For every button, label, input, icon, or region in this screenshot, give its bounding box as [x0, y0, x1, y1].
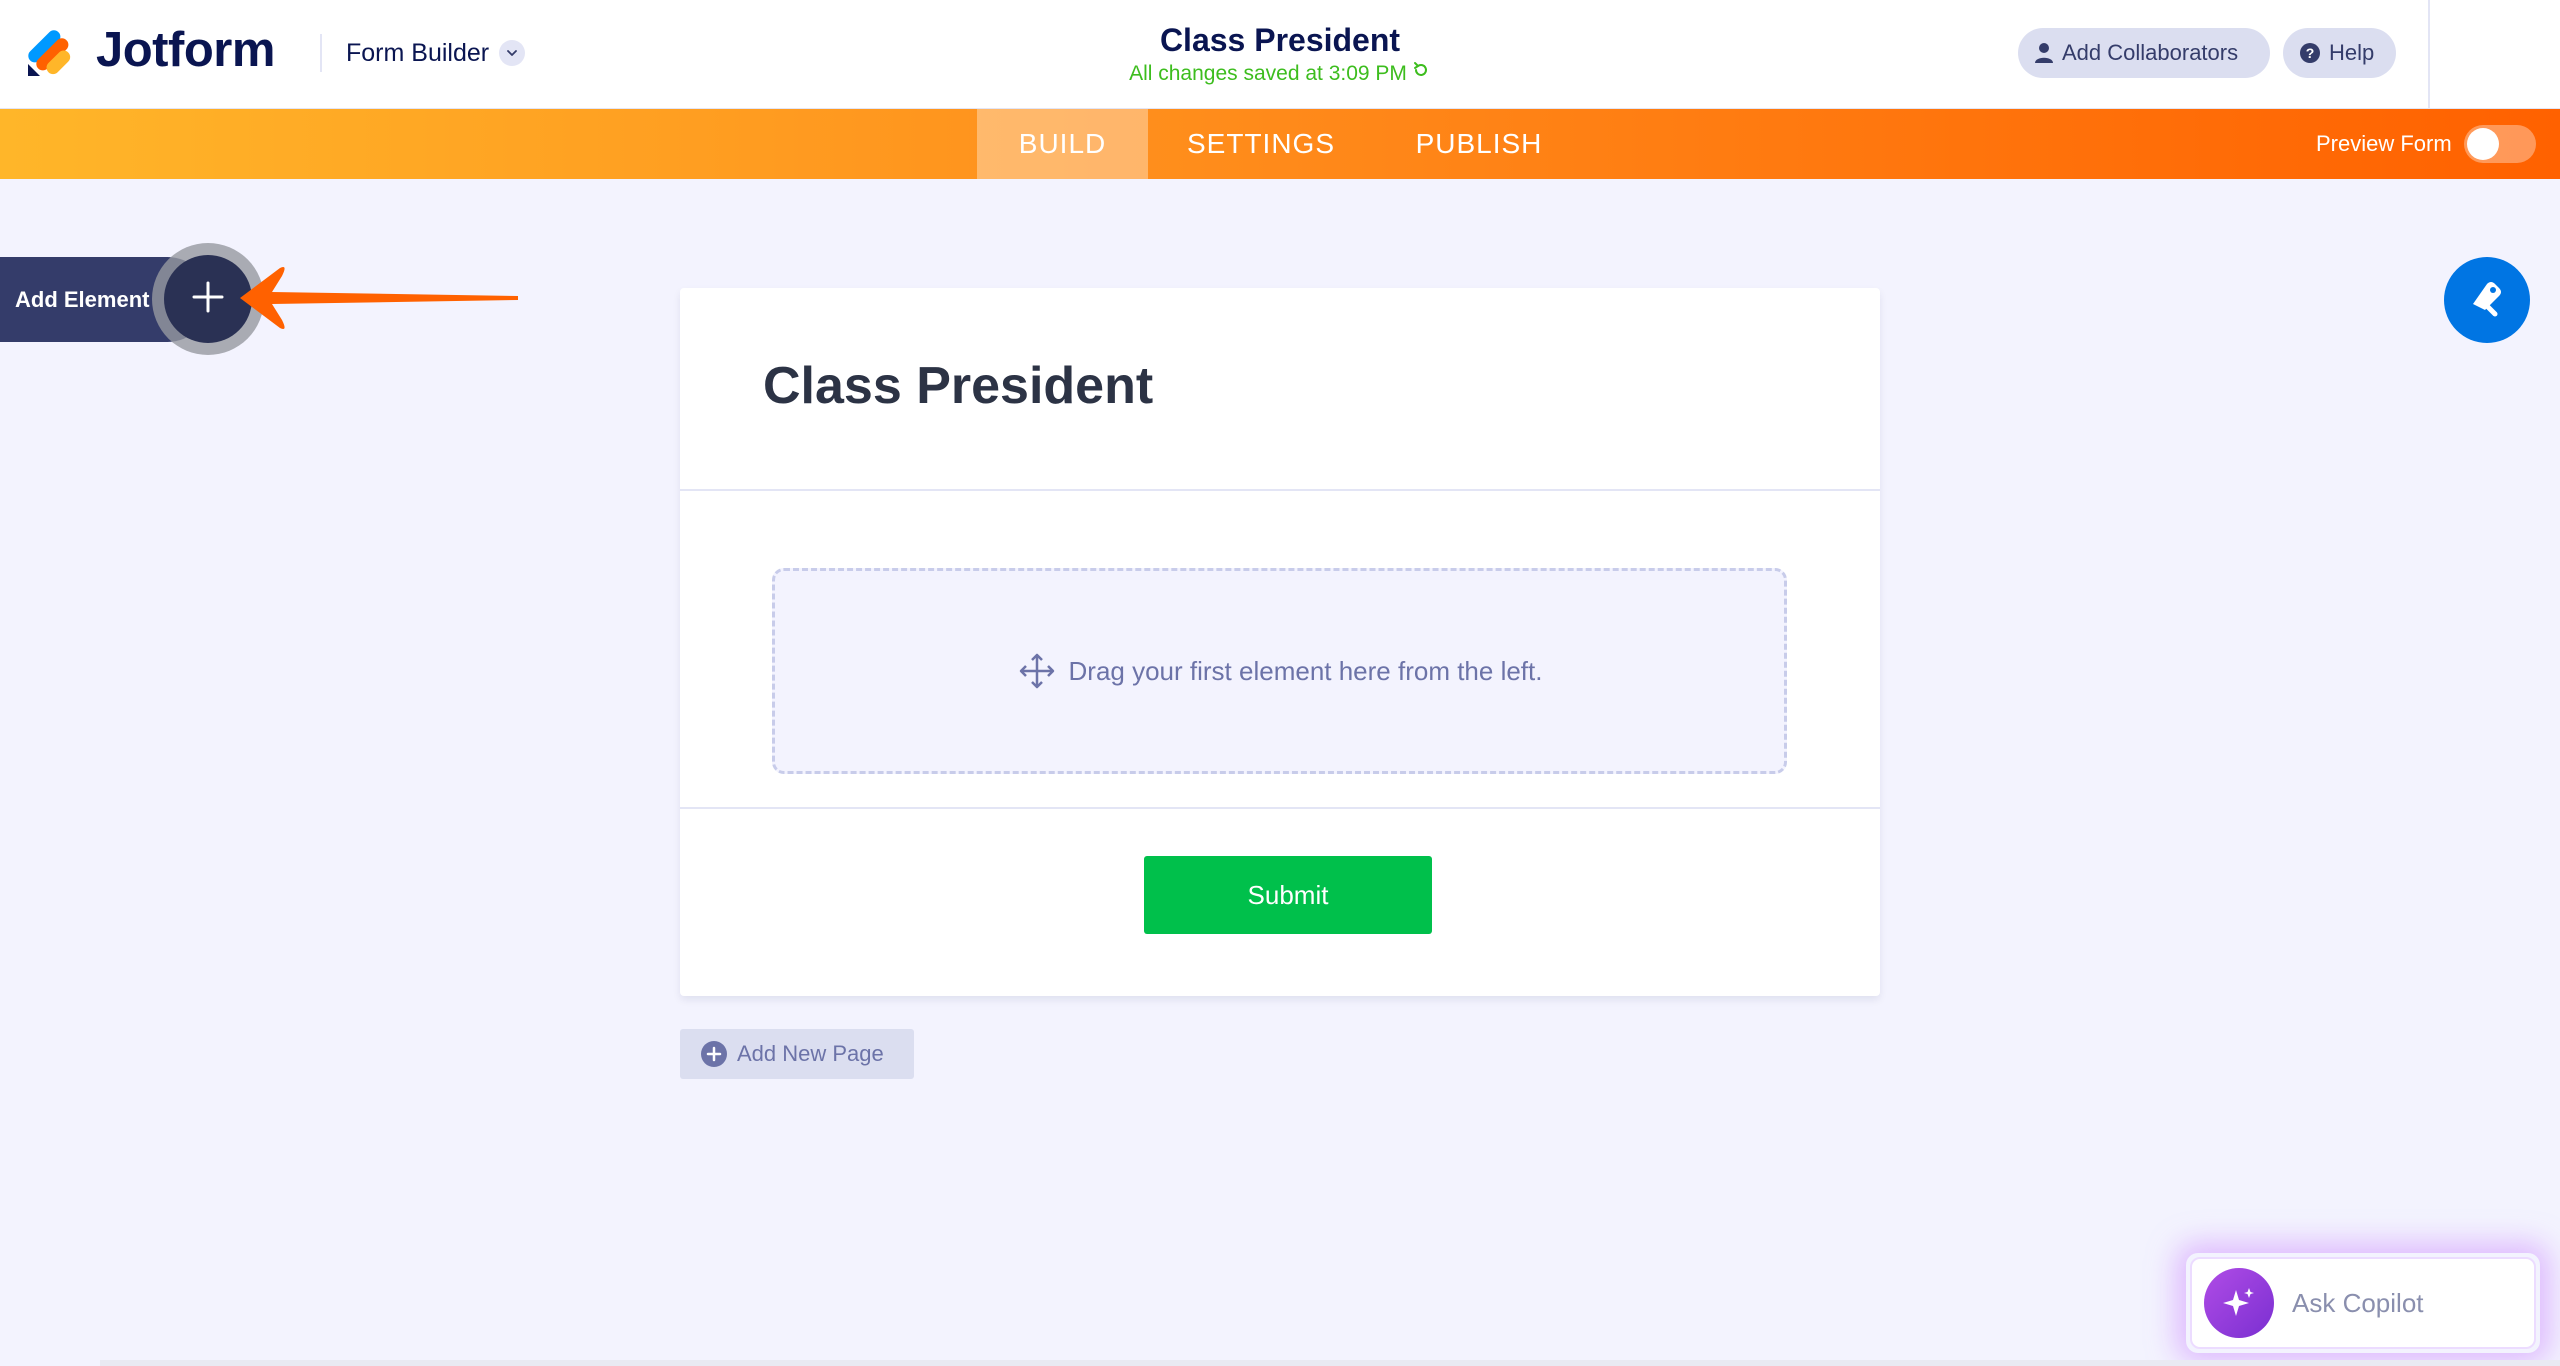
plus-icon: [191, 280, 225, 319]
add-new-page-button[interactable]: Add New Page: [680, 1029, 914, 1079]
form-designer-button[interactable]: [2444, 257, 2530, 343]
help-button[interactable]: ? Help: [2283, 28, 2396, 78]
submit-button[interactable]: Submit: [1144, 856, 1432, 934]
paint-roller-icon: [2465, 276, 2509, 325]
form-title[interactable]: Class President: [1080, 20, 1480, 60]
tab-settings[interactable]: SETTINGS: [1163, 109, 1359, 179]
form-card: Class President Drag your first element …: [680, 288, 1880, 996]
save-status-text: All changes saved at 3:09 PM: [1129, 62, 1407, 85]
svg-text:?: ?: [2306, 45, 2315, 61]
move-icon: [1017, 651, 1057, 691]
form-builder-switcher[interactable]: Form Builder: [346, 34, 526, 72]
user-icon: [2034, 42, 2054, 64]
top-header: Jotform Form Builder Class President All…: [0, 0, 2560, 109]
logo-text: Jotform: [96, 23, 275, 77]
header-right-divider: [2428, 0, 2430, 109]
form-heading[interactable]: Class President: [763, 356, 1153, 416]
help-label: Help: [2329, 40, 2375, 65]
annotation-arrow-icon: [230, 262, 520, 339]
add-collaborators-label: Add Collaborators: [2062, 40, 2239, 65]
add-collaborators-button[interactable]: Add Collaborators: [2018, 28, 2270, 78]
sparkle-icon: [2204, 1268, 2274, 1338]
bottom-edge: [100, 1360, 2560, 1366]
chevron-down-icon: [499, 40, 526, 66]
save-status: All changes saved at 3:09 PM: [1129, 60, 1431, 88]
tab-publish[interactable]: PUBLISH: [1400, 109, 1558, 179]
tab-build[interactable]: BUILD: [977, 109, 1148, 179]
dropzone-text: Drag your first element here from the le…: [1068, 655, 1543, 686]
add-new-page-label: Add New Page: [737, 1041, 884, 1066]
plus-circle-icon: [700, 1040, 728, 1068]
jotform-logo-mark: [26, 22, 74, 78]
header-divider: [320, 34, 322, 72]
form-divider: [680, 489, 1880, 491]
form-title-block: Class President All changes saved at 3:0…: [1080, 20, 1480, 88]
form-builder-label: Form Builder: [346, 38, 490, 67]
form-divider-bottom: [680, 807, 1880, 809]
preview-form-label: Preview Form: [2316, 131, 2452, 156]
builder-nav: BUILD SETTINGS PUBLISH Preview Form: [0, 109, 2560, 179]
question-icon: ?: [2299, 42, 2321, 64]
ask-copilot-label: Ask Copilot: [2292, 1287, 2424, 1318]
refresh-icon[interactable]: [1411, 60, 1431, 88]
preview-form: Preview Form: [2316, 109, 2536, 179]
preview-form-toggle[interactable]: [2463, 125, 2536, 163]
ask-copilot-button[interactable]: Ask Copilot: [2190, 1257, 2536, 1349]
add-element-label: Add Element: [15, 286, 150, 312]
jotform-logo[interactable]: Jotform: [26, 22, 275, 78]
toggle-knob: [2466, 128, 2499, 160]
element-dropzone[interactable]: Drag your first element here from the le…: [772, 568, 1787, 774]
